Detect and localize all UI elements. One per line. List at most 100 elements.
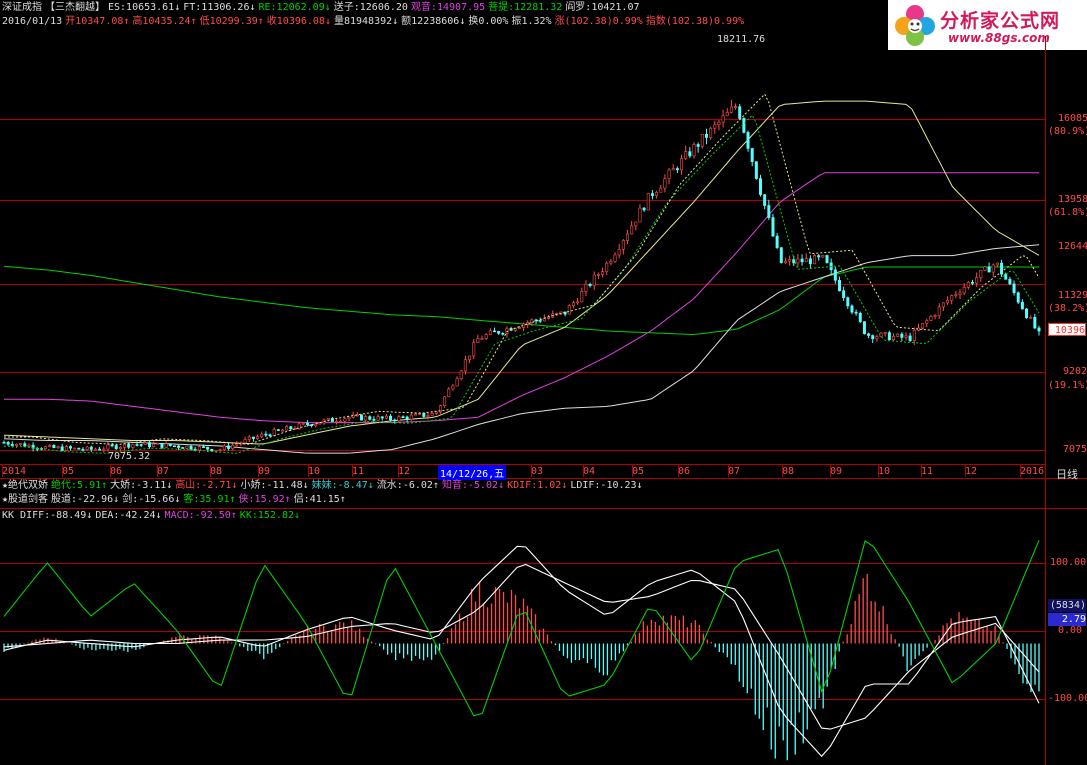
- info-item: KK DIFF:-88.49↓: [2, 510, 93, 521]
- candle-body: [979, 269, 983, 278]
- candle-body: [214, 449, 218, 452]
- info-item: 涨(102.38)0.99%: [554, 16, 643, 27]
- info-item: KK:152.82↓: [239, 510, 301, 521]
- price-pct: (61.8%): [1048, 207, 1087, 218]
- candle-body: [372, 419, 376, 421]
- x-tick-label: 09: [830, 466, 843, 477]
- candle-body: [164, 443, 168, 448]
- candle-body: [256, 436, 260, 439]
- candle-body: [127, 443, 131, 448]
- candle-body: [709, 127, 713, 138]
- candle-body: [118, 446, 122, 450]
- candle-body: [389, 415, 393, 421]
- price-label: 12644: [1058, 241, 1087, 252]
- cursor-date-label: 14/12/26,五: [438, 465, 507, 480]
- info-item: 指数(102.38)0.99%: [645, 16, 745, 27]
- info-item: 大娇:-3.11↓: [110, 480, 173, 491]
- info-item: 收10396.08↓: [266, 16, 331, 27]
- x-tick-mark: [2, 465, 3, 477]
- info-item: RE:12062.09↓: [258, 2, 331, 13]
- info-item: 高山:-2.71↓: [175, 480, 238, 491]
- candle-body: [251, 436, 255, 439]
- candle-body: [231, 444, 235, 449]
- candle-body: [650, 193, 654, 196]
- candle-body: [147, 442, 151, 447]
- candle-body: [123, 443, 127, 448]
- info-item: 2016/01/13: [2, 16, 63, 27]
- candle-body: [567, 305, 571, 315]
- candle-body: [1020, 301, 1024, 310]
- candle-body: [862, 321, 866, 335]
- candle-body: [60, 446, 64, 451]
- x-tick-mark: [830, 465, 831, 477]
- x-tick-label: 2016: [1020, 466, 1045, 477]
- candle-body: [1016, 292, 1020, 303]
- candle-body: [260, 433, 264, 437]
- candle-body: [779, 247, 783, 264]
- candle-body: [397, 416, 401, 422]
- logo-title: 分析家公式网: [940, 10, 1061, 32]
- candle-body: [983, 266, 987, 271]
- candle-body: [759, 178, 763, 195]
- series-line-阎罗: [3, 244, 1040, 454]
- candle-body: [517, 327, 521, 329]
- candle-body: [6, 442, 10, 445]
- candle-body: [1037, 327, 1041, 332]
- candle-body: [81, 449, 85, 451]
- x-tick-label: 05: [62, 466, 75, 477]
- candle-body: [480, 338, 484, 340]
- info-item: 【三杰翻越】: [45, 2, 105, 13]
- candle-body: [696, 144, 700, 147]
- macd-chart[interactable]: [0, 522, 1045, 765]
- candle-body: [501, 333, 505, 335]
- candle-body: [472, 342, 476, 357]
- candle-body: [23, 443, 27, 447]
- candle-body: [376, 416, 380, 421]
- x-tick-mark: [632, 465, 633, 477]
- candle-body: [684, 151, 688, 159]
- candle-body: [746, 132, 750, 149]
- candle-body: [941, 302, 945, 308]
- info-item: KDIF:1.02↓: [507, 480, 568, 491]
- candle-body: [1008, 279, 1012, 285]
- candle-body: [364, 416, 368, 421]
- candle-body: [817, 255, 821, 258]
- candle-body: [808, 258, 812, 265]
- candle-body: [443, 396, 447, 406]
- x-tick-label: 08: [782, 466, 795, 477]
- candle-body: [422, 412, 426, 417]
- info-item: 额12238606↓: [401, 16, 466, 27]
- candle-body: [646, 193, 650, 211]
- candle-body: [601, 271, 605, 275]
- candle-body: [89, 446, 93, 450]
- price-chart[interactable]: [0, 36, 1045, 464]
- candle-body: [222, 445, 226, 450]
- price-pct: (38.2%): [1048, 303, 1087, 314]
- high-annotation: 18211.76: [717, 34, 766, 45]
- candle-body: [642, 207, 646, 211]
- candle-body: [434, 411, 438, 414]
- candle-body: [933, 315, 937, 317]
- candle-body: [966, 282, 970, 288]
- info-item: 妹妹:-8.47↓: [311, 480, 374, 491]
- candle-body: [970, 282, 974, 284]
- candle-body: [738, 106, 742, 119]
- candle-body: [85, 446, 89, 450]
- x-tick-mark: [62, 465, 63, 477]
- candle-body: [609, 261, 613, 264]
- candle-body: [825, 255, 829, 264]
- indicator-row-2: ★股道剑客 股道:-22.96↓ 剑:-15.66↓ 客:35.91↑ 侠:15.92↑…: [2, 494, 349, 506]
- candle-body: [447, 388, 451, 398]
- dotted-ma-line: [4, 93, 1040, 445]
- candle-body: [700, 134, 704, 147]
- info-item: DEA:-42.24↓: [95, 510, 162, 521]
- x-tick-mark: [157, 465, 158, 477]
- candle-body: [717, 121, 721, 125]
- x-tick-mark: [678, 465, 679, 477]
- candle-body: [833, 269, 837, 281]
- candle-body: [14, 444, 18, 446]
- info-item: 量81948392↓: [333, 16, 399, 27]
- candle-body: [1012, 283, 1016, 294]
- info-item: FT:11306.26↓: [183, 2, 256, 13]
- period-selector[interactable]: 日线: [1056, 466, 1078, 482]
